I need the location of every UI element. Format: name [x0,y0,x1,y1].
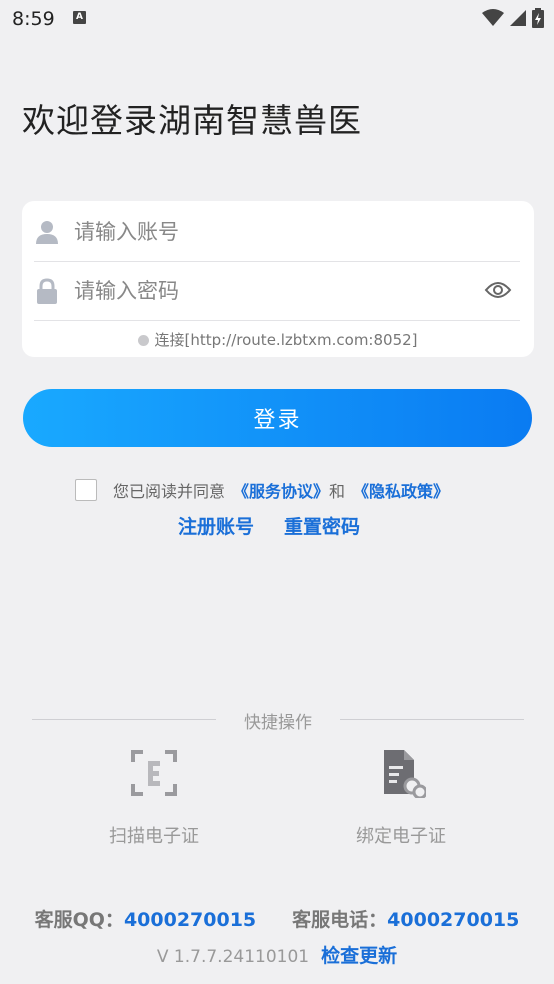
service-agreement-link[interactable]: 《服务协议》 [233,478,329,502]
scan-certificate-button[interactable]: 扫描电子证 [74,748,234,848]
notification-icon: A [73,11,86,24]
status-icons [482,8,544,28]
version-text: V 1.7.7.24110101 [156,947,310,967]
customer-service: 客服QQ：4000270015 客服电话：4000270015 [0,905,554,932]
qq-label: 客服QQ： [34,909,124,931]
register-link[interactable]: 注册账号 [178,512,254,539]
agreement-and: 和 [329,482,346,501]
account-input[interactable] [72,219,476,245]
agreement-row: 您已阅读并同意 《服务协议》 和 《隐私政策》 [75,478,449,502]
connection-text: 连接[http://route.lzbtxm.com:8052] [154,331,418,349]
signal-icon [510,10,526,26]
scan-icon [131,750,177,796]
connection-dot-icon [138,335,150,346]
login-form-card: 连接[http://route.lzbtxm.com:8052] [22,201,534,357]
bind-document-icon [384,750,428,800]
welcome-title: 欢迎登录湖南智慧兽医 [22,101,362,140]
status-bar: 8:59 A [0,0,554,40]
reset-password-link[interactable]: 重置密码 [284,512,360,539]
battery-icon [532,8,544,28]
login-button[interactable]: 登录 [23,389,532,447]
privacy-policy-link[interactable]: 《隐私政策》 [353,478,449,502]
phone-label: 客服电话： [292,909,388,931]
bind-certificate-button[interactable]: 绑定电子证 [321,748,481,848]
version-row: V 1.7.7.24110101 检查更新 [0,941,554,968]
password-row [34,262,520,321]
user-icon [34,219,60,245]
quick-actions-title: 快捷操作 [244,713,312,733]
status-time: 8:59 [12,8,55,30]
lock-icon [34,278,60,304]
eye-icon[interactable] [484,278,512,302]
qq-number[interactable]: 4000270015 [124,909,256,931]
bind-certificate-label: 绑定电子证 [356,826,446,847]
account-row [34,203,520,262]
agreement-checkbox[interactable] [75,479,97,501]
account-links: 注册账号 重置密码 [178,512,360,539]
scan-certificate-label: 扫描电子证 [109,826,199,847]
connection-status: 连接[http://route.lzbtxm.com:8052] [22,329,534,350]
agreement-text: 您已阅读并同意 [113,482,226,501]
check-update-link[interactable]: 检查更新 [321,945,397,967]
password-input[interactable] [72,278,476,304]
phone-number[interactable]: 4000270015 [387,909,519,931]
wifi-icon [482,9,504,26]
quick-actions-divider: 快捷操作 [32,708,524,733]
